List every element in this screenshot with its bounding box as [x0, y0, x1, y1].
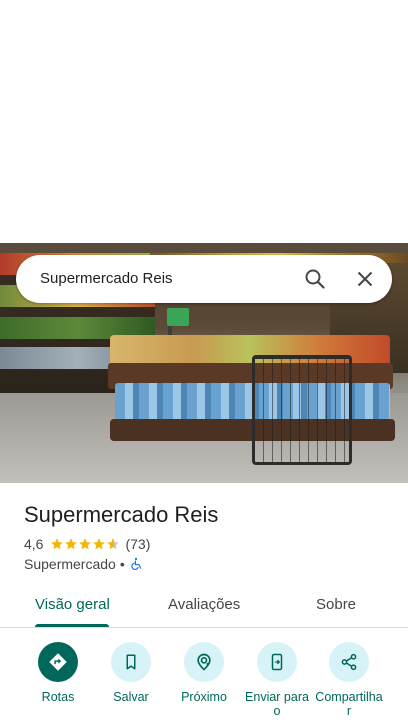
nearby-button[interactable]: Próximo — [164, 642, 244, 704]
tab-overview[interactable]: Visão geral — [35, 596, 110, 613]
close-icon[interactable] — [353, 267, 377, 291]
photo-ceiling — [0, 243, 408, 253]
search-input[interactable]: Supermercado Reis — [40, 270, 173, 287]
tab-about[interactable]: Sobre — [316, 596, 356, 613]
review-count: (73) — [125, 536, 151, 552]
send-to-phone-button[interactable]: Enviar para o — [237, 642, 317, 718]
search-bar[interactable]: Supermercado Reis — [16, 255, 392, 303]
rating-row[interactable]: 4,6 (73) — [24, 536, 150, 552]
star-icon — [79, 538, 92, 550]
place-category: Supermercado — [24, 556, 116, 572]
share-label: Compartilha r — [315, 690, 383, 718]
send-to-phone-icon[interactable] — [257, 642, 297, 682]
place-title: Supermercado Reis — [24, 502, 219, 527]
photo-shopping-cart — [252, 355, 352, 465]
nearby-icon[interactable] — [184, 642, 224, 682]
rating-value: 4,6 — [24, 536, 44, 552]
share-button[interactable]: Compartilha r — [309, 642, 389, 718]
photo-sign — [167, 308, 189, 326]
directions-icon[interactable] — [38, 642, 78, 682]
star-icon — [93, 538, 106, 550]
star-icon — [65, 538, 78, 550]
save-label: Salvar — [113, 690, 149, 704]
star-half-icon — [107, 538, 120, 550]
bookmark-icon[interactable] — [111, 642, 151, 682]
separator-dot: • — [119, 556, 125, 572]
map-blank-area — [0, 0, 408, 243]
star-icon — [51, 538, 64, 550]
tab-bar: Visão geral Avaliações Sobre — [0, 590, 408, 628]
send-to-phone-label: Enviar para o — [245, 690, 309, 718]
search-icon[interactable] — [303, 267, 327, 291]
tab-reviews[interactable]: Avaliações — [168, 596, 240, 613]
star-rating — [50, 537, 120, 551]
nearby-label: Próximo — [181, 690, 227, 704]
wheelchair-icon — [131, 557, 141, 570]
share-icon[interactable] — [329, 642, 369, 682]
directions-button[interactable]: Rotas — [18, 642, 98, 704]
directions-label: Rotas — [41, 690, 75, 704]
category-row: Supermercado • — [24, 556, 143, 572]
tab-indicator — [35, 624, 109, 627]
save-button[interactable]: Salvar — [91, 642, 171, 704]
